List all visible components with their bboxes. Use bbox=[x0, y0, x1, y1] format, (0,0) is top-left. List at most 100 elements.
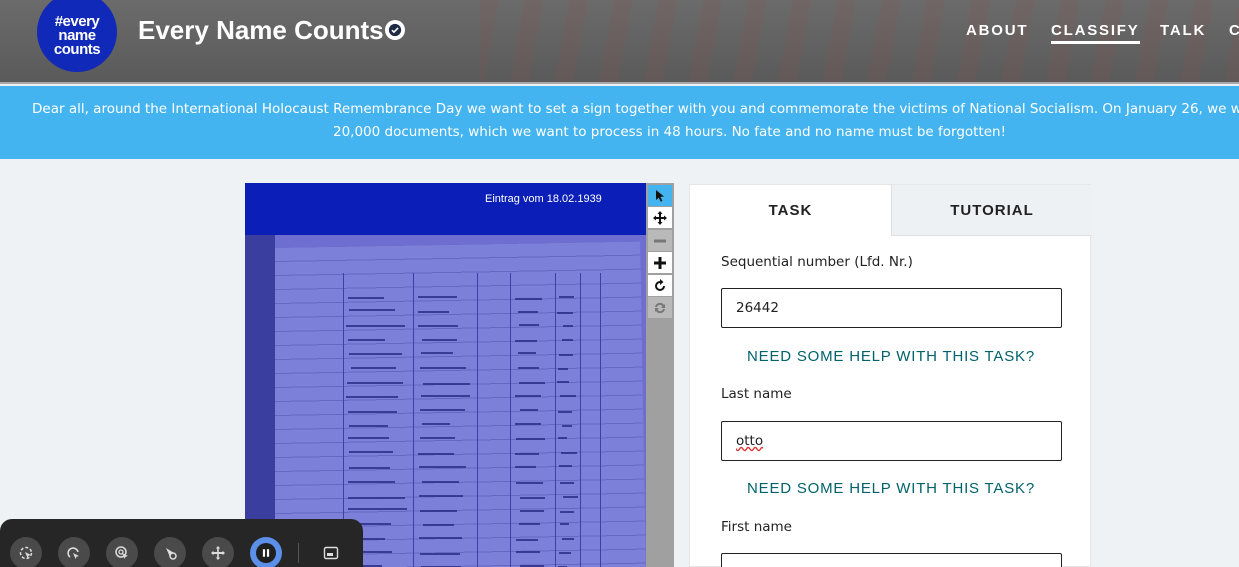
handwriting-stroke bbox=[561, 425, 572, 428]
first-name-label: First name bbox=[721, 519, 792, 535]
handwriting-stroke bbox=[519, 522, 540, 525]
handwriting-stroke bbox=[562, 495, 578, 498]
ledger-column-line bbox=[510, 273, 511, 567]
handwriting-stroke bbox=[421, 423, 451, 426]
handwriting-stroke bbox=[419, 367, 467, 370]
handwriting-stroke bbox=[515, 465, 536, 468]
ledger-column-line bbox=[600, 273, 601, 567]
subject-image[interactable]: Eintrag vom 18.02.1939 bbox=[245, 183, 646, 567]
handwriting-stroke bbox=[419, 465, 467, 468]
pause-icon-inner bbox=[256, 543, 276, 563]
cursor-icon[interactable] bbox=[106, 537, 138, 567]
handwriting-stroke bbox=[348, 309, 396, 312]
ledger-edge bbox=[245, 235, 275, 567]
redo-icon[interactable] bbox=[58, 537, 90, 567]
move-icon[interactable] bbox=[648, 207, 672, 228]
last-name-field[interactable]: otto bbox=[721, 421, 1062, 461]
rotate-icon[interactable] bbox=[648, 275, 672, 296]
handwriting-stroke bbox=[516, 437, 546, 440]
handwriting-stroke bbox=[557, 437, 567, 440]
help-link[interactable]: NEED SOME HELP WITH THIS TASK? bbox=[690, 348, 1092, 365]
handwriting-stroke bbox=[559, 510, 574, 513]
handwriting-stroke bbox=[515, 422, 541, 425]
image-header-band bbox=[245, 183, 646, 235]
handwriting-stroke bbox=[559, 295, 574, 298]
handwriting-stroke bbox=[348, 425, 389, 428]
recorder-toolbar bbox=[0, 519, 363, 567]
handwriting-stroke bbox=[557, 410, 572, 413]
handwriting-stroke bbox=[520, 409, 539, 412]
zoom-out-icon[interactable] bbox=[648, 230, 672, 251]
ledger-column-line bbox=[580, 273, 581, 567]
handwriting-stroke bbox=[560, 523, 570, 526]
handwriting-stroke bbox=[558, 368, 569, 371]
zoom-in-icon[interactable] bbox=[648, 252, 672, 273]
banner-line-2: 20,000 documents, which we want to proce… bbox=[333, 124, 1007, 140]
handwriting-stroke bbox=[346, 382, 403, 385]
tab-tutorial[interactable]: TUTORIAL bbox=[891, 185, 1092, 236]
handwriting-stroke bbox=[515, 482, 543, 485]
handwriting-stroke bbox=[347, 437, 389, 440]
sequential-number-value: 26442 bbox=[736, 300, 779, 316]
panel-tabs: TASK TUTORIAL bbox=[690, 185, 1092, 236]
handwriting-stroke bbox=[557, 312, 574, 315]
last-name-value: otto bbox=[736, 433, 764, 449]
nav-about[interactable]: ABOUT bbox=[966, 22, 1028, 39]
tab-task[interactable]: TASK bbox=[690, 185, 891, 236]
handwriting-stroke bbox=[418, 296, 458, 299]
first-name-field[interactable] bbox=[721, 553, 1062, 567]
handwriting-stroke bbox=[422, 524, 454, 527]
drag-icon[interactable] bbox=[202, 537, 234, 567]
handwriting-stroke bbox=[562, 538, 575, 541]
announcement-banner: Dear all, around the International Holoc… bbox=[0, 86, 1239, 159]
handwriting-stroke bbox=[516, 538, 539, 541]
nav-collect[interactable]: C bbox=[1229, 22, 1239, 39]
ledger-column-line bbox=[477, 273, 478, 567]
nav-classify[interactable]: CLASSIFY bbox=[1051, 22, 1140, 44]
project-logo[interactable]: #every name counts bbox=[37, 0, 117, 72]
project-title[interactable]: Every Name Counts bbox=[138, 15, 384, 46]
pause-icon[interactable] bbox=[250, 537, 282, 567]
help-link[interactable]: NEED SOME HELP WITH THIS TASK? bbox=[690, 480, 1092, 497]
handwriting-stroke bbox=[518, 310, 539, 313]
logo-line: counts bbox=[53, 41, 101, 59]
handwriting-stroke bbox=[515, 551, 541, 554]
window-icon[interactable] bbox=[315, 537, 347, 567]
handwriting-stroke bbox=[417, 452, 455, 455]
sequential-number-label: Sequential number (Lfd. Nr.) bbox=[721, 254, 913, 270]
handwriting-stroke bbox=[558, 551, 571, 554]
handwriting-stroke bbox=[561, 452, 577, 455]
sequential-number-field[interactable]: 26442 bbox=[721, 288, 1062, 328]
handwriting-stroke bbox=[519, 510, 545, 513]
handwriting-stroke bbox=[418, 324, 458, 327]
viewer-toolbar bbox=[646, 183, 674, 567]
site-header: #every name counts Every Name Counts ABO… bbox=[0, 0, 1239, 84]
ledger-column-line bbox=[413, 273, 414, 567]
handwriting-stroke bbox=[515, 297, 542, 300]
handwriting-stroke bbox=[419, 553, 460, 556]
reset-icon[interactable] bbox=[648, 297, 672, 318]
select-icon[interactable] bbox=[10, 537, 42, 567]
handwriting-stroke bbox=[515, 453, 540, 456]
handwriting-stroke bbox=[347, 411, 397, 414]
handwriting-stroke bbox=[519, 324, 540, 327]
banner-line-1: Dear all, around the International Holoc… bbox=[32, 101, 1239, 117]
toolbar-divider bbox=[298, 543, 299, 563]
handwriting-stroke bbox=[347, 508, 407, 511]
pointer-icon[interactable] bbox=[648, 185, 672, 206]
handwriting-stroke bbox=[559, 353, 573, 356]
handwriting-stroke bbox=[519, 382, 546, 385]
check-circle-icon bbox=[385, 20, 405, 40]
handwriting-stroke bbox=[348, 353, 403, 355]
handwriting-stroke bbox=[419, 408, 466, 411]
handwriting-stroke bbox=[345, 324, 405, 327]
handwriting-stroke bbox=[350, 366, 396, 369]
handwriting-stroke bbox=[519, 496, 546, 499]
target-icon[interactable] bbox=[154, 537, 186, 567]
handwriting-stroke bbox=[562, 324, 574, 327]
handwriting-stroke bbox=[420, 509, 457, 512]
handwriting-stroke bbox=[517, 352, 536, 355]
handwriting-stroke bbox=[517, 367, 540, 370]
nav-talk[interactable]: TALK bbox=[1160, 22, 1206, 39]
handwriting-stroke bbox=[422, 481, 460, 484]
